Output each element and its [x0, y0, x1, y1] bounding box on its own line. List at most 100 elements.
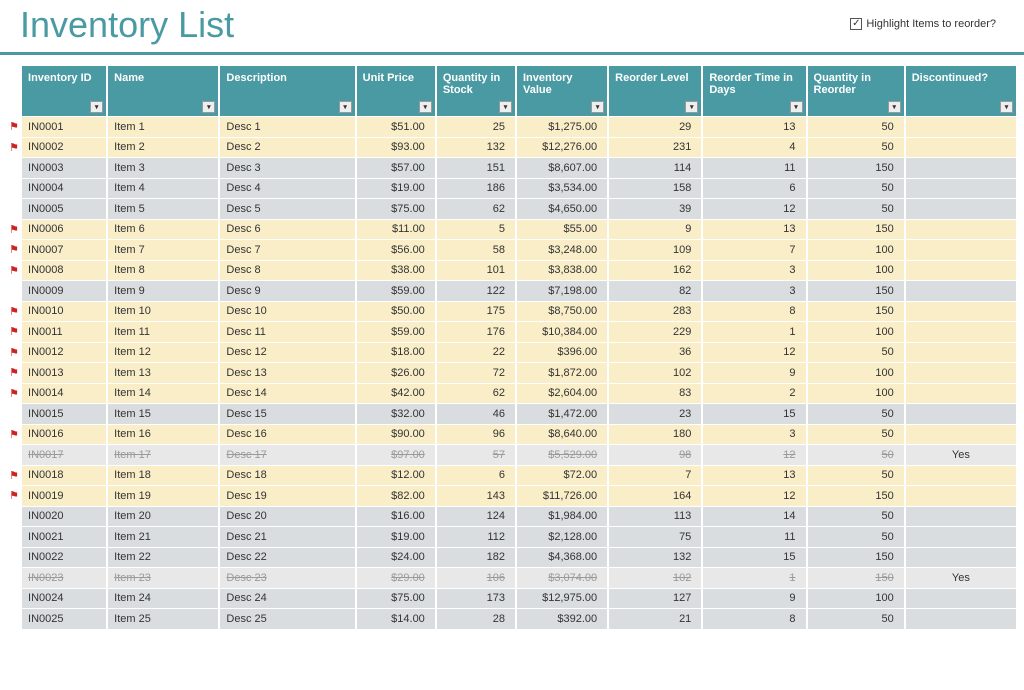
table-row[interactable]: ⚑IN0011Item 11Desc 11$59.00176$10,384.00…: [8, 322, 1016, 342]
flag-cell: [8, 589, 20, 609]
cell-id: IN0016: [22, 425, 106, 445]
cell-value: $2,604.00: [517, 384, 607, 404]
cell-disc: [906, 343, 1016, 363]
cell-price: $50.00: [357, 302, 435, 322]
col-header-id[interactable]: Inventory ID▾: [22, 66, 106, 116]
cell-price: $26.00: [357, 363, 435, 383]
cell-rqty: 100: [808, 322, 904, 342]
cell-qty: 143: [437, 486, 515, 506]
cell-name: Item 4: [108, 179, 218, 199]
filter-dropdown-icon[interactable]: ▾: [790, 101, 803, 113]
flag-icon: ⚑: [9, 490, 19, 502]
filter-dropdown-icon[interactable]: ▾: [90, 101, 103, 113]
filter-dropdown-icon[interactable]: ▾: [202, 101, 215, 113]
cell-rqty: 50: [808, 179, 904, 199]
cell-rlvl: 158: [609, 179, 701, 199]
cell-rtime: 12: [703, 486, 805, 506]
flag-cell: ⚑: [8, 240, 20, 260]
table-row[interactable]: IN0004Item 4Desc 4$19.00186$3,534.001586…: [8, 179, 1016, 199]
cell-value: $1,275.00: [517, 117, 607, 137]
col-header-name[interactable]: Name▾: [108, 66, 218, 116]
cell-qty: 62: [437, 384, 515, 404]
col-header-disc[interactable]: Discontinued?▾: [906, 66, 1016, 116]
table-row[interactable]: IN0015Item 15Desc 15$32.0046$1,472.00231…: [8, 404, 1016, 424]
table-row[interactable]: IN0025Item 25Desc 25$14.0028$392.0021850: [8, 609, 1016, 629]
cell-desc: Desc 4: [220, 179, 354, 199]
table-row[interactable]: ⚑IN0008Item 8Desc 8$38.00101$3,838.00162…: [8, 261, 1016, 281]
checkbox-icon[interactable]: ✓: [850, 18, 862, 30]
col-header-qty[interactable]: Quantity in Stock▾: [437, 66, 515, 116]
table-row[interactable]: ⚑IN0010Item 10Desc 10$50.00175$8,750.002…: [8, 302, 1016, 322]
table-row[interactable]: ⚑IN0002Item 2Desc 2$93.00132$12,276.0023…: [8, 138, 1016, 158]
filter-dropdown-icon[interactable]: ▾: [499, 101, 512, 113]
table-header-row: Inventory ID▾Name▾Description▾Unit Price…: [8, 66, 1016, 116]
flag-cell: ⚑: [8, 220, 20, 240]
cell-rlvl: 109: [609, 240, 701, 260]
table-row[interactable]: ⚑IN0007Item 7Desc 7$56.0058$3,248.001097…: [8, 240, 1016, 260]
cell-name: Item 16: [108, 425, 218, 445]
filter-dropdown-icon[interactable]: ▾: [685, 101, 698, 113]
cell-value: $4,650.00: [517, 199, 607, 219]
cell-rtime: 12: [703, 199, 805, 219]
table-row[interactable]: IN0017Item 17Desc 17$97.0057$5,529.00981…: [8, 445, 1016, 465]
cell-value: $8,750.00: [517, 302, 607, 322]
col-header-rtime[interactable]: Reorder Time in Days▾: [703, 66, 805, 116]
cell-rlvl: 7: [609, 466, 701, 486]
cell-id: IN0003: [22, 158, 106, 178]
table-row[interactable]: ⚑IN0013Item 13Desc 13$26.0072$1,872.0010…: [8, 363, 1016, 383]
cell-desc: Desc 13: [220, 363, 354, 383]
filter-dropdown-icon[interactable]: ▾: [339, 101, 352, 113]
cell-disc: [906, 527, 1016, 547]
cell-desc: Desc 6: [220, 220, 354, 240]
cell-desc: Desc 22: [220, 548, 354, 568]
col-header-price[interactable]: Unit Price▾: [357, 66, 435, 116]
cell-name: Item 5: [108, 199, 218, 219]
flag-cell: [8, 158, 20, 178]
col-header-value[interactable]: Inventory Value▾: [517, 66, 607, 116]
highlight-toggle[interactable]: ✓ Highlight Items to reorder?: [850, 18, 996, 30]
cell-rtime: 13: [703, 220, 805, 240]
filter-dropdown-icon[interactable]: ▾: [419, 101, 432, 113]
flag-cell: [8, 281, 20, 301]
flag-cell: [8, 179, 20, 199]
table-row[interactable]: ⚑IN0012Item 12Desc 12$18.0022$396.003612…: [8, 343, 1016, 363]
table-row[interactable]: IN0009Item 9Desc 9$59.00122$7,198.008231…: [8, 281, 1016, 301]
table-row[interactable]: IN0022Item 22Desc 22$24.00182$4,368.0013…: [8, 548, 1016, 568]
col-header-desc[interactable]: Description▾: [220, 66, 354, 116]
flag-cell: ⚑: [8, 486, 20, 506]
filter-dropdown-icon[interactable]: ▾: [1000, 101, 1013, 113]
cell-rtime: 11: [703, 158, 805, 178]
cell-name: Item 6: [108, 220, 218, 240]
filter-dropdown-icon[interactable]: ▾: [888, 101, 901, 113]
table-row[interactable]: IN0024Item 24Desc 24$75.00173$12,975.001…: [8, 589, 1016, 609]
cell-desc: Desc 20: [220, 507, 354, 527]
cell-id: IN0023: [22, 568, 106, 588]
cell-id: IN0017: [22, 445, 106, 465]
col-header-rlvl[interactable]: Reorder Level▾: [609, 66, 701, 116]
table-row[interactable]: IN0003Item 3Desc 3$57.00151$8,607.001141…: [8, 158, 1016, 178]
cell-desc: Desc 12: [220, 343, 354, 363]
table-row[interactable]: ⚑IN0006Item 6Desc 6$11.005$55.00913150: [8, 220, 1016, 240]
cell-disc: [906, 179, 1016, 199]
col-header-rqty[interactable]: Quantity in Reorder▾: [808, 66, 904, 116]
cell-price: $57.00: [357, 158, 435, 178]
table-row[interactable]: IN0005Item 5Desc 5$75.0062$4,650.0039125…: [8, 199, 1016, 219]
table-row[interactable]: ⚑IN0019Item 19Desc 19$82.00143$11,726.00…: [8, 486, 1016, 506]
filter-dropdown-icon[interactable]: ▾: [591, 101, 604, 113]
flag-cell: [8, 548, 20, 568]
flag-cell: [8, 445, 20, 465]
cell-rlvl: 75: [609, 527, 701, 547]
cell-disc: [906, 425, 1016, 445]
table-row[interactable]: IN0021Item 21Desc 21$19.00112$2,128.0075…: [8, 527, 1016, 547]
cell-rqty: 50: [808, 507, 904, 527]
cell-name: Item 13: [108, 363, 218, 383]
cell-id: IN0018: [22, 466, 106, 486]
table-row[interactable]: IN0023Item 23Desc 23$29.00106$3,074.0010…: [8, 568, 1016, 588]
table-row[interactable]: ⚑IN0018Item 18Desc 18$12.006$72.0071350: [8, 466, 1016, 486]
cell-name: Item 22: [108, 548, 218, 568]
table-row[interactable]: ⚑IN0001Item 1Desc 1$51.0025$1,275.002913…: [8, 117, 1016, 137]
table-row[interactable]: IN0020Item 20Desc 20$16.00124$1,984.0011…: [8, 507, 1016, 527]
table-row[interactable]: ⚑IN0016Item 16Desc 16$90.0096$8,640.0018…: [8, 425, 1016, 445]
table-row[interactable]: ⚑IN0014Item 14Desc 14$42.0062$2,604.0083…: [8, 384, 1016, 404]
cell-qty: 46: [437, 404, 515, 424]
